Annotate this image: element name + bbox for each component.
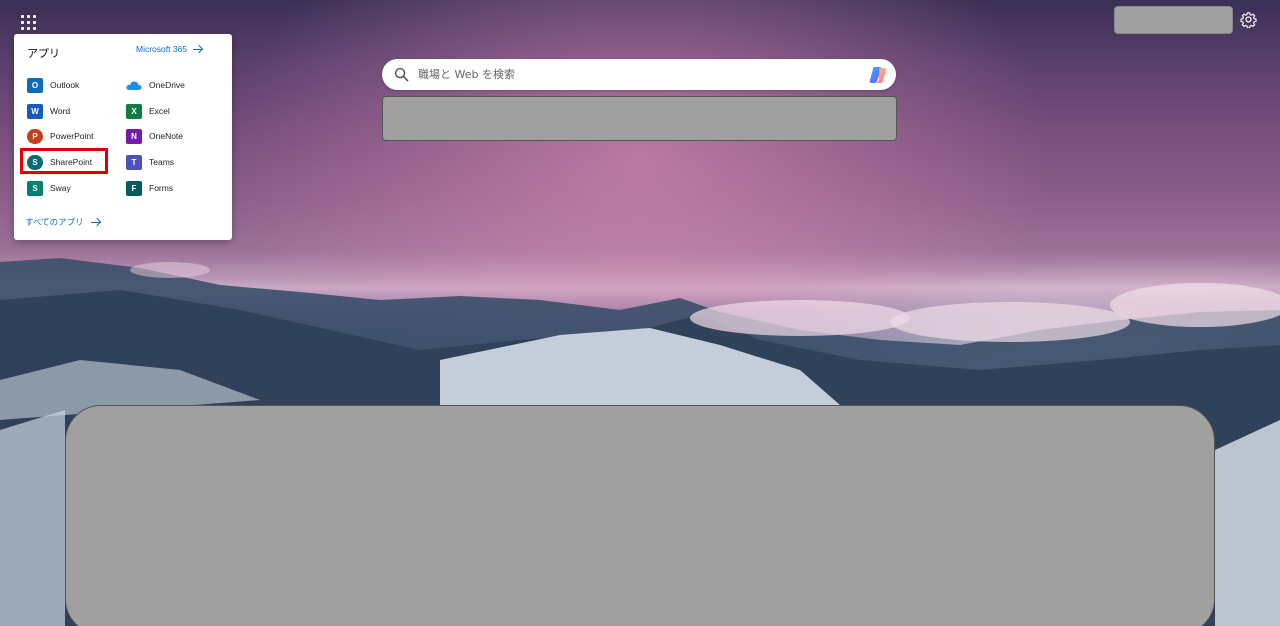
panel-title: アプリ <box>27 48 60 60</box>
microsoft-365-link[interactable]: Microsoft 365 <box>136 44 203 54</box>
excel-icon: X <box>126 103 142 119</box>
sway-icon: S <box>27 180 43 196</box>
microsoft-365-link-label: Microsoft 365 <box>136 44 188 54</box>
outlook-icon: O <box>27 77 43 93</box>
app-item-excel[interactable]: X Excel <box>126 100 216 122</box>
redacted-profile[interactable] <box>1114 6 1233 34</box>
app-label: OneDrive <box>149 80 185 90</box>
app-item-outlook[interactable]: O Outlook <box>27 74 117 96</box>
app-label: PowerPoint <box>50 131 94 141</box>
copilot-icon[interactable] <box>867 64 889 86</box>
onenote-icon: N <box>126 128 142 144</box>
app-label: Outlook <box>50 80 80 90</box>
apps-panel: アプリ Microsoft 365 O Outlook OneDrive W W… <box>14 34 232 240</box>
app-label: Forms <box>149 183 174 193</box>
app-label: Sway <box>50 183 71 193</box>
app-item-onedrive[interactable]: OneDrive <box>126 74 216 96</box>
redacted-suggestions <box>382 96 897 141</box>
app-item-teams[interactable]: T Teams <box>126 151 216 173</box>
app-item-forms[interactable]: F Forms <box>126 177 216 199</box>
arrow-right-icon <box>90 218 101 226</box>
search-icon <box>394 67 409 82</box>
onedrive-icon <box>126 78 142 93</box>
app-item-sharepoint[interactable]: S SharePoint <box>27 151 117 173</box>
app-label: SharePoint <box>50 157 93 167</box>
app-label: Excel <box>149 106 170 116</box>
app-label: Teams <box>149 157 175 167</box>
app-label: Word <box>50 106 71 116</box>
app-item-powerpoint[interactable]: P PowerPoint <box>27 125 117 147</box>
search-input[interactable] <box>418 65 858 84</box>
powerpoint-icon: P <box>27 128 43 144</box>
teams-icon: T <box>126 154 142 170</box>
all-apps-label: すべてのアプリ <box>25 217 84 227</box>
search-box <box>382 59 896 90</box>
gear-icon[interactable] <box>1240 11 1257 28</box>
app-item-sway[interactable]: S Sway <box>27 177 117 199</box>
forms-icon: F <box>126 180 142 196</box>
word-icon: W <box>27 103 43 119</box>
arrow-right-icon <box>193 45 203 53</box>
sharepoint-icon: S <box>27 154 43 170</box>
app-item-word[interactable]: W Word <box>27 100 117 122</box>
app-label: OneNote <box>149 131 184 141</box>
all-apps-link[interactable]: すべてのアプリ <box>25 216 101 228</box>
app-launcher-icon[interactable] <box>16 10 40 34</box>
redacted-feed-content <box>65 405 1215 626</box>
app-item-onenote[interactable]: N OneNote <box>126 125 216 147</box>
